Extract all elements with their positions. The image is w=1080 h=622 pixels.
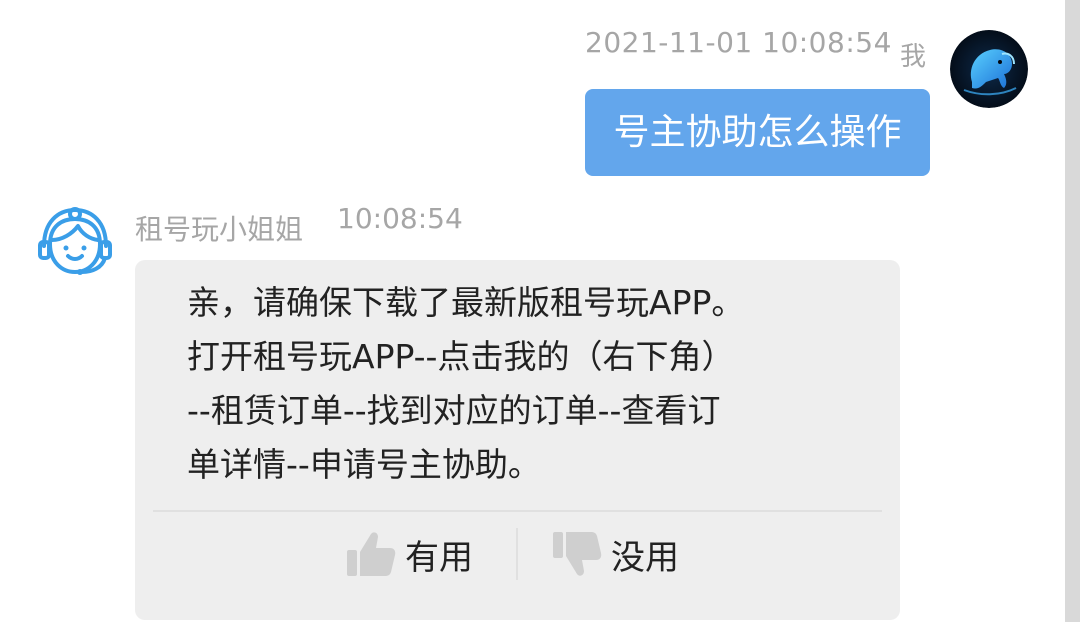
customer-service-headset-icon (38, 207, 112, 275)
message-line: 单详情--申请号主协助。 (187, 445, 541, 484)
incoming-message-bubble[interactable]: 亲，请确保下载了最新版租号玩APP。 打开租号玩APP--点击我的（右下角） -… (135, 260, 900, 620)
agent-avatar[interactable] (38, 206, 112, 282)
message-line: --租赁订单--找到对应的订单--查看订 (187, 391, 721, 430)
feedback-separator (516, 528, 518, 580)
thumbs-up-icon (347, 532, 396, 576)
useless-button[interactable]: 没用 (551, 526, 679, 582)
user-avatar[interactable] (950, 30, 1028, 108)
useful-button[interactable]: 有用 (345, 526, 473, 582)
outgoing-message-bubble[interactable]: 号主协助怎么操作 (585, 89, 930, 176)
incoming-message-text: 亲，请确保下载了最新版租号玩APP。 打开租号玩APP--点击我的（右下角） -… (187, 276, 847, 492)
elephant-logo-icon (950, 30, 1028, 108)
useless-label: 没用 (611, 537, 679, 578)
thumbs-down-icon (553, 532, 602, 576)
message-timestamp: 2021-11-01 10:08:54 (585, 26, 892, 59)
sender-label: 我 (900, 42, 927, 72)
useful-label: 有用 (405, 537, 473, 578)
feedback-divider (153, 510, 882, 512)
agent-name: 租号玩小姐姐 (135, 213, 304, 246)
message-line: 亲，请确保下载了最新版租号玩APP。 (187, 283, 745, 322)
scrollbar[interactable] (1065, 0, 1080, 622)
agent-message-time: 10:08:54 (337, 202, 463, 235)
message-line: 打开租号玩APP--点击我的（右下角） (187, 337, 735, 376)
